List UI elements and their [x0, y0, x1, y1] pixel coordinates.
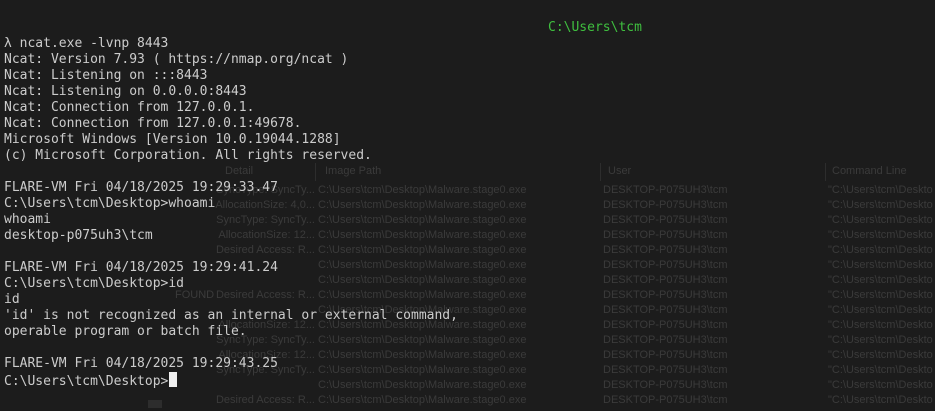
row-detail: Desired Access: R...: [215, 394, 315, 406]
terminal-line: FLARE-VM Fri 04/18/2025 19:29:33.47: [4, 180, 278, 195]
terminal-line: (c) Microsoft Corporation. All rights re…: [4, 148, 372, 163]
terminal-line: id: [4, 292, 20, 307]
row-command-line: "C:\Users\tcm\Deskto: [828, 394, 933, 406]
terminal-line: C:\Users\tcm\Desktop>whoami: [4, 196, 216, 211]
window-title-path: C:\Users\tcm: [548, 20, 642, 35]
terminal-line: Ncat: Connection from 127.0.0.1:49678.: [4, 116, 302, 131]
terminal-line: Ncat: Listening on 0.0.0.0:8443: [4, 84, 247, 99]
terminal-line: whoami: [4, 212, 51, 227]
terminal-line: Microsoft Windows [Version 10.0.19044.12…: [4, 132, 341, 147]
terminal-line: C:\Users\tcm\Desktop>id: [4, 276, 185, 291]
terminal-line: Ncat: Listening on :::8443: [4, 68, 208, 83]
prompt-text: C:\Users\tcm\Desktop>: [4, 374, 169, 389]
terminal-line: operable program or batch file.: [4, 324, 247, 339]
terminal-line: λ ncat.exe -lvnp 8443: [4, 36, 169, 51]
window-control-icon: [148, 400, 162, 408]
terminal-line: 'id' is not recognized as an internal or…: [4, 308, 458, 323]
terminal-output[interactable]: λ ncat.exe -lvnp 8443 Ncat: Version 7.93 …: [4, 36, 935, 389]
command-prompt-line[interactable]: C:\Users\tcm\Desktop>: [4, 372, 935, 389]
row-image-path: C:\Users\tcm\Desktop\Malware.stage0.exe: [318, 394, 527, 406]
text-cursor: [169, 372, 178, 387]
output-lines: λ ncat.exe -lvnp 8443 Ncat: Version 7.93 …: [4, 36, 935, 372]
terminal-line: desktop-p075uh3\tcm: [4, 228, 153, 243]
terminal-line: Ncat: Version 7.93 ( https://nmap.org/nc…: [4, 52, 349, 67]
terminal-line: FLARE-VM Fri 04/18/2025 19:29:41.24: [4, 260, 278, 275]
terminal-line: FLARE-VM Fri 04/18/2025 19:29:43.25: [4, 356, 278, 371]
terminal-line: Ncat: Connection from 127.0.0.1.: [4, 100, 255, 115]
background-row: Desired Access: R... C:\Users\tcm\Desktop…: [140, 394, 935, 409]
row-user: DESKTOP-P075UH3\tcm: [603, 394, 728, 406]
